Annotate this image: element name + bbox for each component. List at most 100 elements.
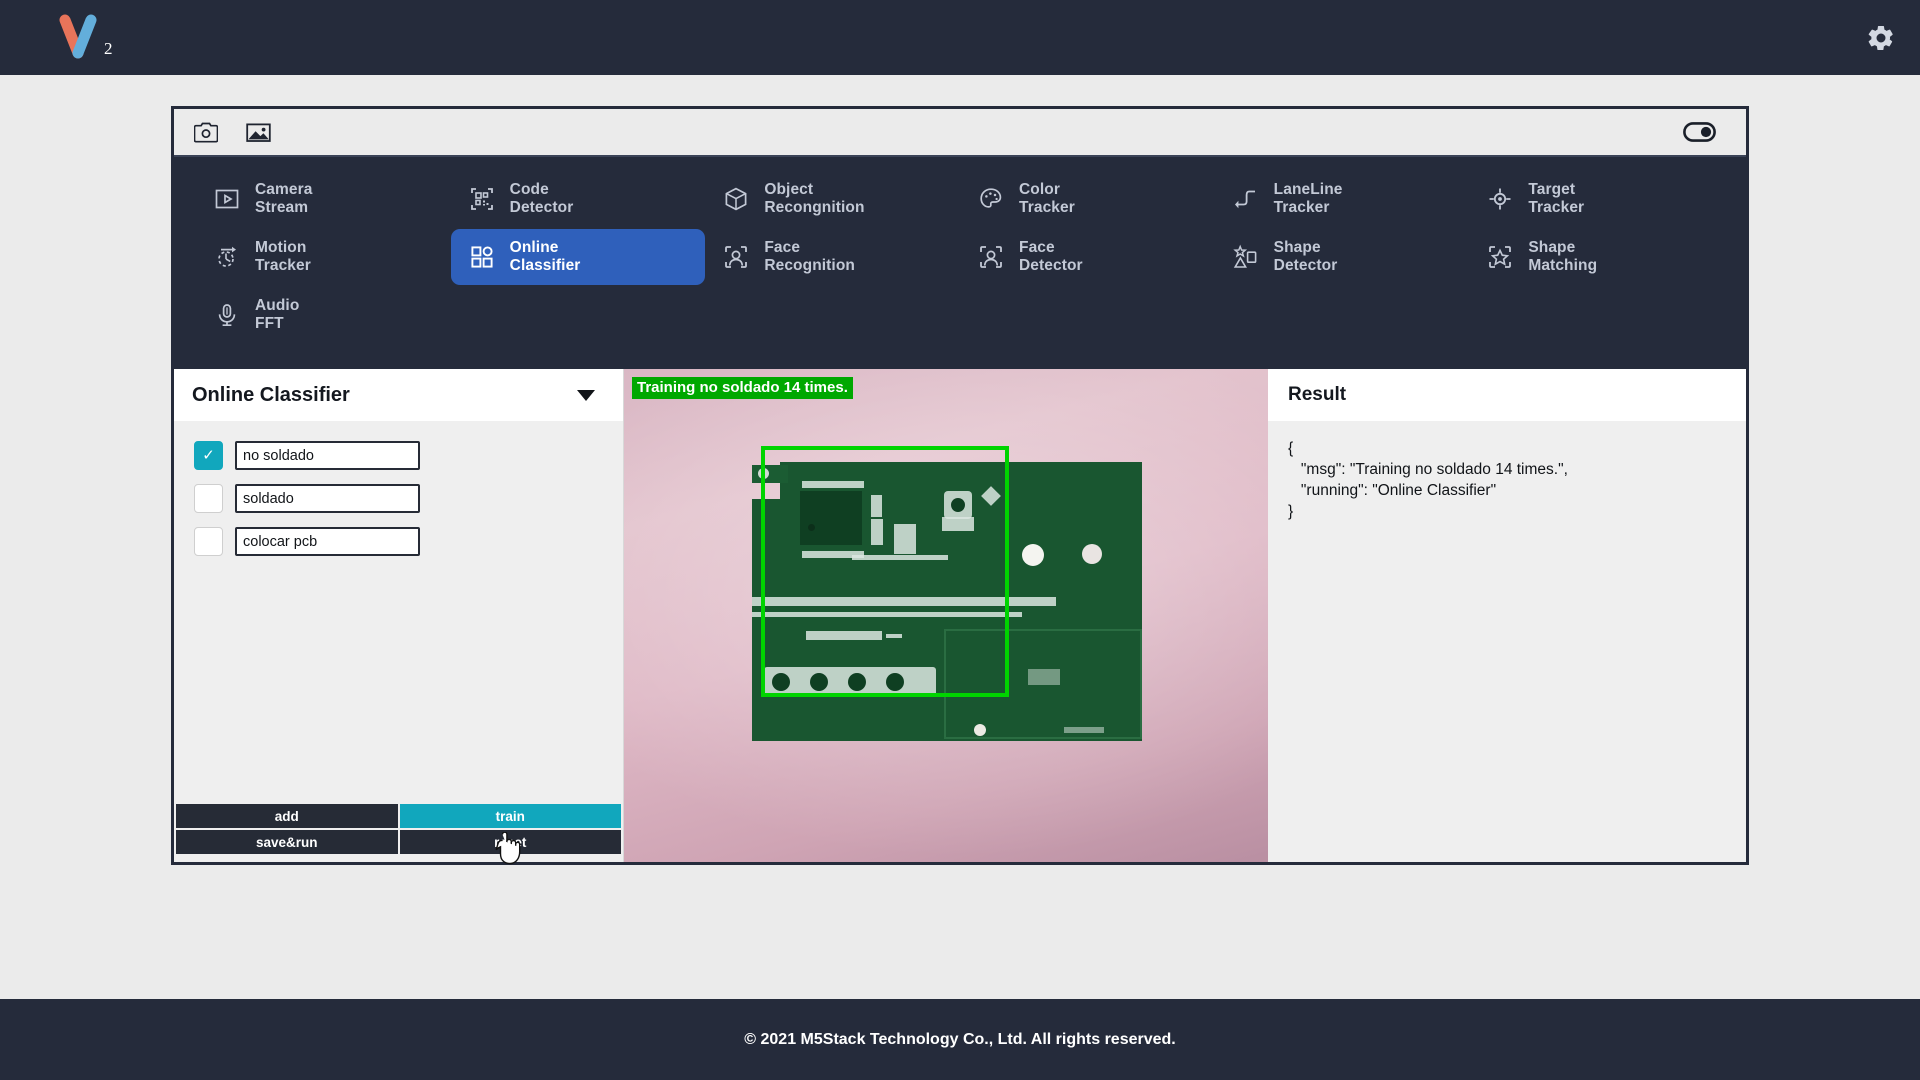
settings-button[interactable] xyxy=(1866,23,1896,53)
grid-squares-icon xyxy=(469,244,495,270)
function-grid: Camera Stream Code Detector Object Recongnit… xyxy=(174,155,1746,369)
function-label-line2: Matching xyxy=(1528,257,1598,274)
stream-toggle[interactable] xyxy=(1683,122,1716,142)
app-card: Camera Stream Code Detector Object Recongnit… xyxy=(171,106,1749,865)
function-label: Face Recognition xyxy=(764,239,855,274)
function-color-tracker[interactable]: Color Tracker xyxy=(960,171,1215,227)
video-preview[interactable]: Training no soldado 14 times. xyxy=(624,369,1268,862)
function-label: Camera Stream xyxy=(255,181,312,216)
cube-icon xyxy=(723,186,749,212)
function-label-line1: Audio xyxy=(255,297,300,315)
face-recognition-icon xyxy=(723,244,749,270)
function-label-line1: Object xyxy=(764,181,814,199)
page-canvas: Camera Stream Code Detector Object Recongnit… xyxy=(0,75,1920,999)
class-row xyxy=(194,484,623,513)
logo-subscript: 2 xyxy=(104,38,113,58)
function-label-line1: Code xyxy=(509,181,549,199)
function-label-line1: Motion xyxy=(255,239,307,257)
camera-frame: Training no soldado 14 times. xyxy=(624,369,1268,862)
class-list: ✓ xyxy=(174,421,623,804)
function-label-line2: Tracker xyxy=(1019,199,1075,216)
class-row xyxy=(194,527,623,556)
app-footer: © 2021 M5Stack Technology Co., Ltd. All … xyxy=(0,999,1920,1080)
pcb-highlight-spot xyxy=(1022,544,1044,566)
result-panel-header: Result xyxy=(1268,369,1746,421)
function-label-line1: Face xyxy=(1019,239,1055,257)
function-motion-tracker[interactable]: Motion Tracker xyxy=(196,229,451,285)
function-label-line1: Target xyxy=(1528,181,1576,199)
reset-button[interactable]: reset xyxy=(399,830,621,854)
function-label: LaneLine Tracker xyxy=(1274,181,1343,216)
function-label-line2: FFT xyxy=(255,315,284,332)
function-label: Motion Tracker xyxy=(255,239,311,274)
function-label-line2: Recognition xyxy=(764,257,855,274)
save-run-button[interactable]: save&run xyxy=(176,830,398,854)
function-label-line1: Online xyxy=(509,239,559,257)
shape-match-icon xyxy=(1487,244,1513,270)
card-toolbar xyxy=(174,109,1746,155)
function-online-classifier[interactable]: Online Classifier xyxy=(450,229,706,285)
pcb-hole xyxy=(974,724,986,736)
classifier-panel-header: Online Classifier xyxy=(174,369,623,421)
class-checkbox[interactable]: ✓ xyxy=(194,441,223,470)
function-laneline-tracker[interactable]: LaneLine Tracker xyxy=(1215,171,1470,227)
crosshair-icon xyxy=(1487,186,1513,212)
function-label-line2: Recongnition xyxy=(764,199,865,216)
image-icon xyxy=(246,123,271,142)
class-row: ✓ xyxy=(194,441,623,470)
function-label-line1: Camera xyxy=(255,181,313,199)
result-json: { "msg": "Training no soldado 14 times."… xyxy=(1288,440,1568,520)
function-label-line2: Detector xyxy=(1019,257,1083,274)
check-icon: ✓ xyxy=(202,447,215,464)
function-target-tracker[interactable]: Target Tracker xyxy=(1469,171,1724,227)
gear-icon xyxy=(1868,25,1893,50)
function-label-line1: Shape xyxy=(1528,239,1576,257)
logo-v-icon xyxy=(59,14,97,58)
function-label-line2: Stream xyxy=(255,199,309,216)
panel-title: Online Classifier xyxy=(192,383,350,406)
function-shape-detector[interactable]: Shape Detector xyxy=(1215,229,1470,285)
class-name-input[interactable] xyxy=(235,441,420,470)
function-label: Face Detector xyxy=(1019,239,1083,274)
function-label-line1: Shape xyxy=(1273,239,1321,257)
function-object-recongnition[interactable]: Object Recongnition xyxy=(705,171,960,227)
function-label: Shape Detector xyxy=(1274,239,1338,274)
logo: 2 xyxy=(58,13,113,63)
function-face-recognition[interactable]: Face Recognition xyxy=(705,229,960,285)
function-label: Shape Matching xyxy=(1528,239,1597,274)
result-panel: Result { "msg": "Training no soldado 14 … xyxy=(1268,369,1746,862)
pcb-label xyxy=(1028,669,1060,685)
function-label: Color Tracker xyxy=(1019,181,1075,216)
function-label: Online Classifier xyxy=(510,239,581,274)
class-name-input[interactable] xyxy=(235,527,420,556)
function-label: Object Recongnition xyxy=(764,181,864,216)
function-label: Target Tracker xyxy=(1528,181,1584,216)
function-label-line1: LaneLine xyxy=(1273,181,1343,199)
copyright-text: © 2021 M5Stack Technology Co., Ltd. All … xyxy=(744,1030,1176,1048)
qrcode-icon xyxy=(469,186,495,212)
gallery-button[interactable] xyxy=(246,122,271,143)
class-checkbox[interactable] xyxy=(194,484,223,513)
train-button[interactable]: train xyxy=(399,804,621,828)
function-face-detector[interactable]: Face Detector xyxy=(960,229,1215,285)
function-label-line2: Detector xyxy=(509,199,574,216)
function-label: Code Detector xyxy=(510,181,574,216)
motion-icon xyxy=(214,244,240,270)
add-button[interactable]: add xyxy=(176,804,398,828)
detection-bounding-box xyxy=(761,446,1009,697)
function-label: Audio FFT xyxy=(255,297,299,332)
microphone-icon xyxy=(214,302,240,328)
function-audio-fft[interactable]: Audio FFT xyxy=(196,287,451,343)
camera-button[interactable] xyxy=(194,122,218,143)
class-name-input[interactable] xyxy=(235,484,420,513)
function-camera-stream[interactable]: Camera Stream xyxy=(196,171,451,227)
pcb-footer-silk xyxy=(1064,727,1104,733)
function-label-line1: Color xyxy=(1019,181,1060,199)
workspace: Online Classifier ✓ addtrainsave&runrese… xyxy=(174,369,1746,862)
palette-icon xyxy=(978,186,1004,212)
function-shape-matching[interactable]: Shape Matching xyxy=(1469,229,1724,285)
camera-stream-icon xyxy=(214,186,240,212)
class-checkbox[interactable] xyxy=(194,527,223,556)
function-code-detector[interactable]: Code Detector xyxy=(451,171,706,227)
chevron-down-icon[interactable] xyxy=(577,389,595,401)
